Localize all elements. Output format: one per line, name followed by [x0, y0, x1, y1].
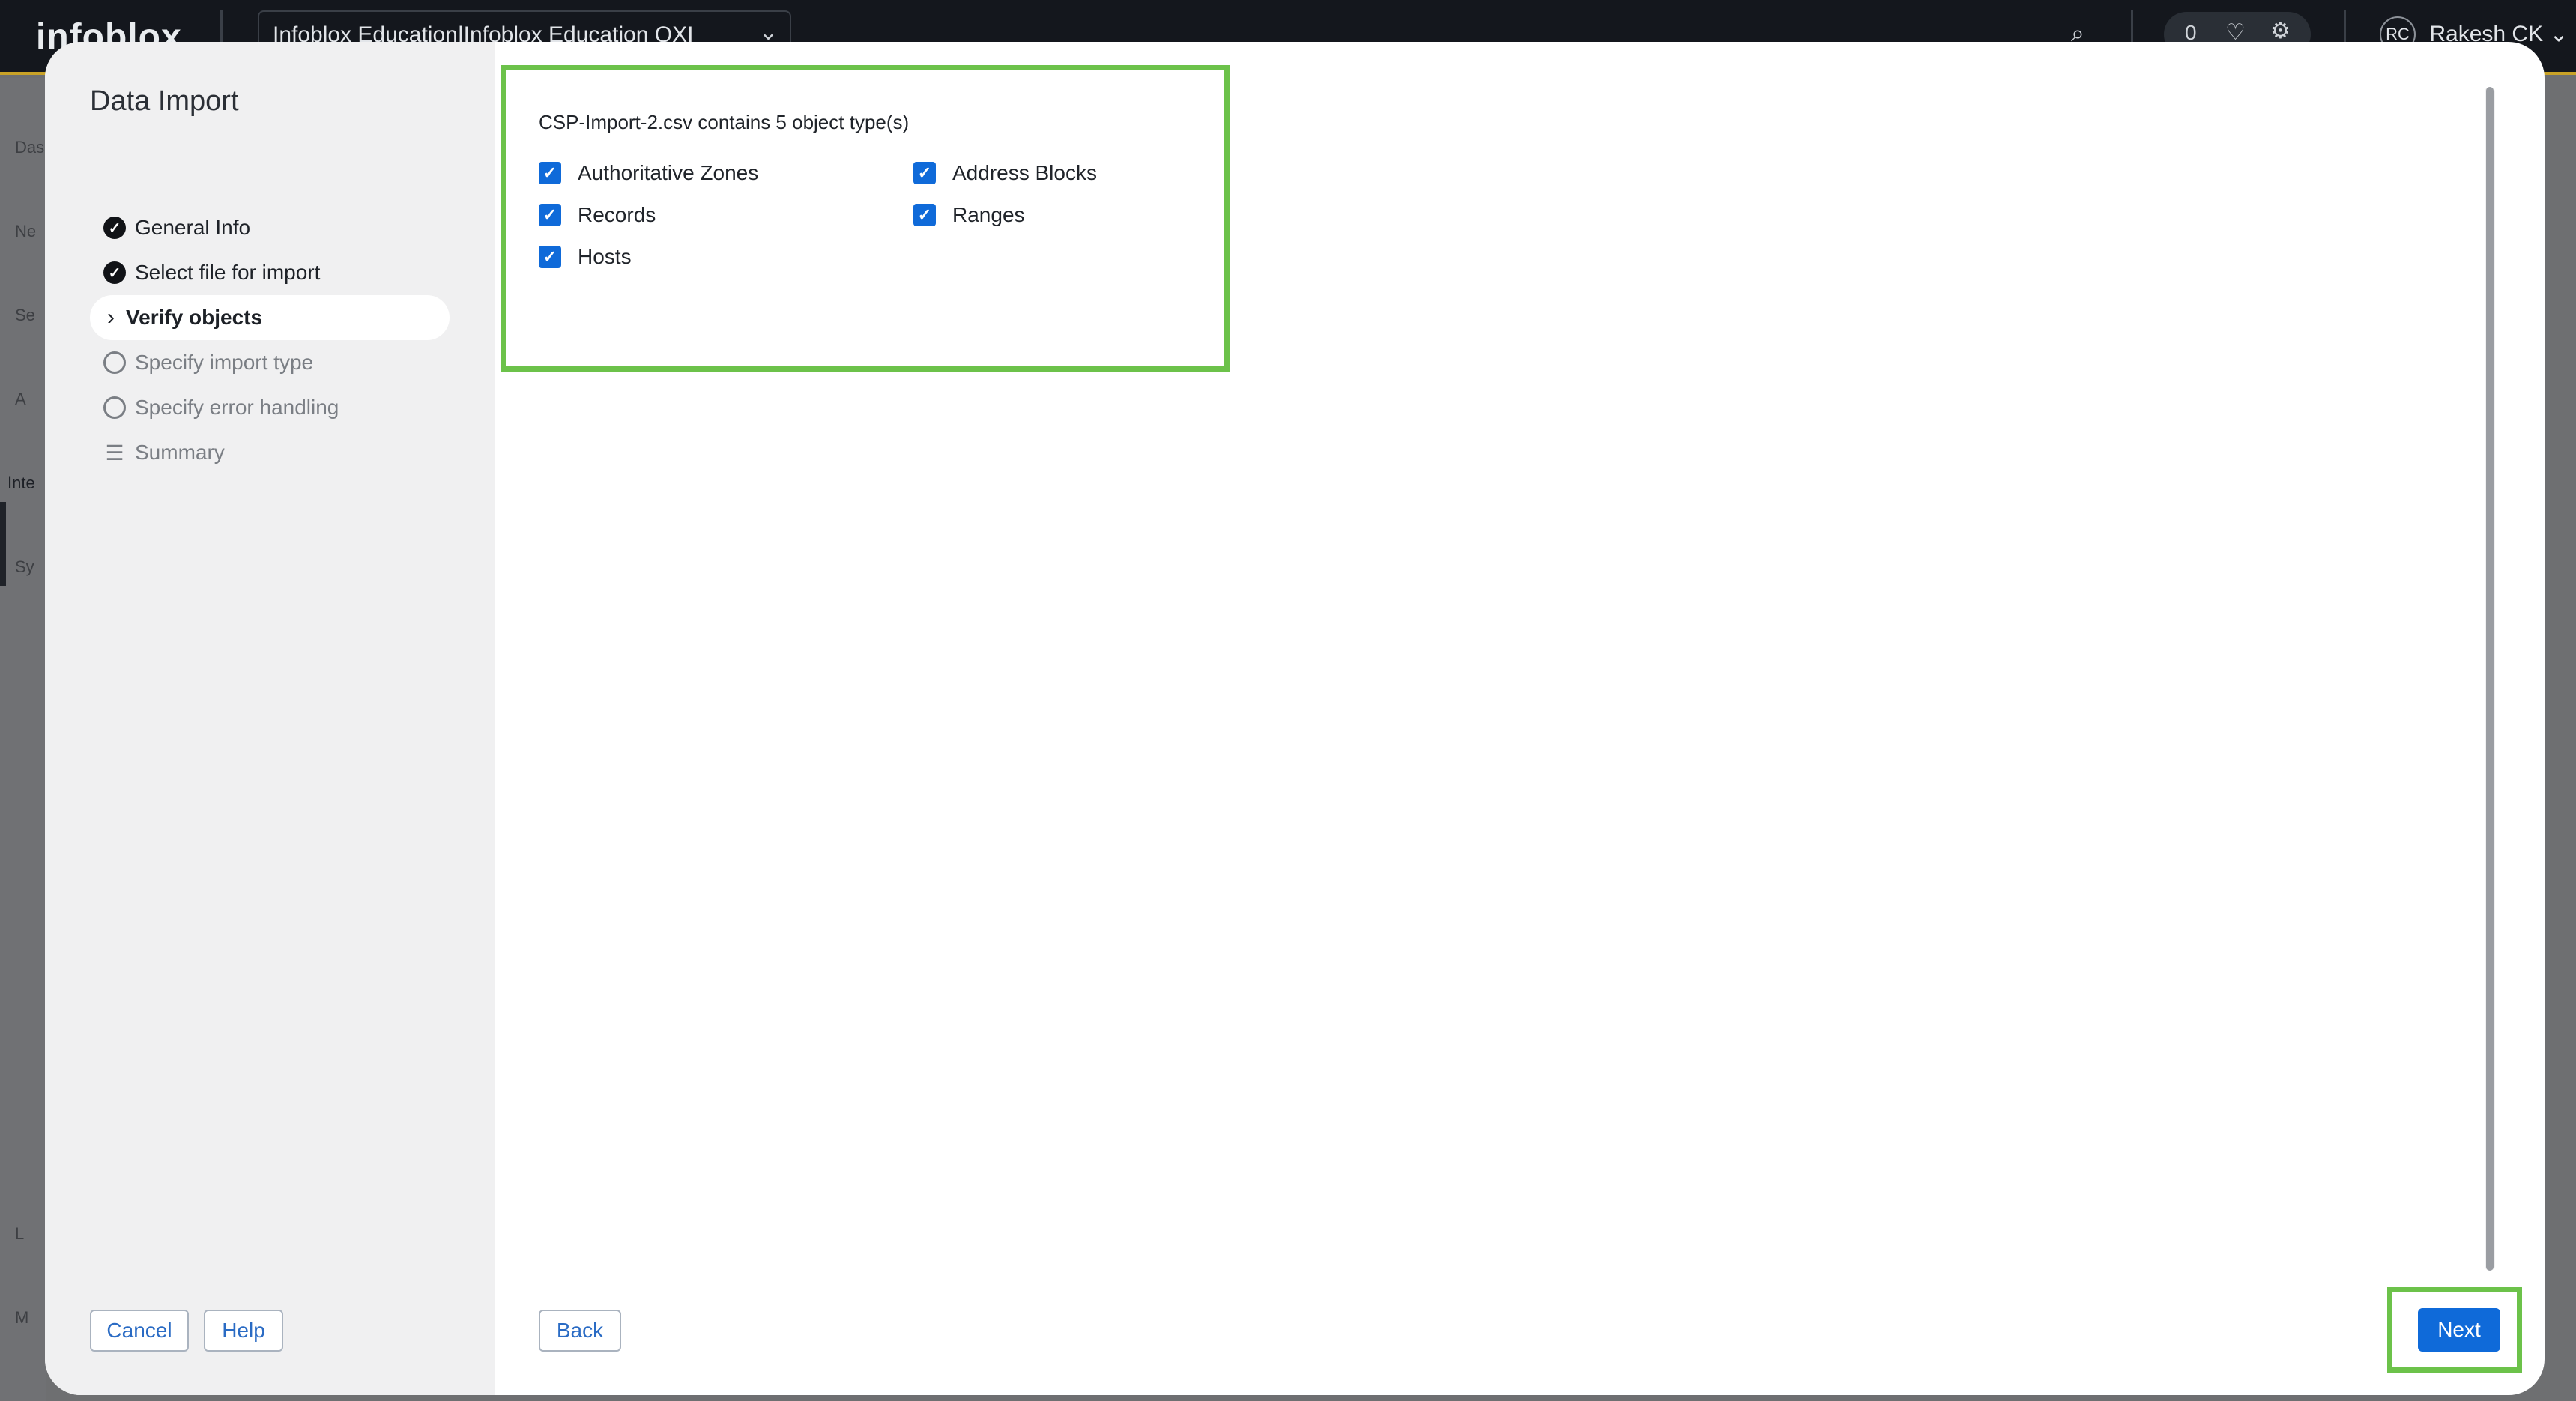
scrollbar-thumb[interactable] [2486, 87, 2494, 1271]
checkbox-checked-icon[interactable]: ✓ [539, 162, 561, 184]
sidebar-item: Se [15, 306, 35, 324]
checkbox-checked-icon[interactable]: ✓ [913, 204, 936, 226]
wizard-steps-pane: Data Import ✓ General Info ✓ Select file… [45, 42, 495, 1395]
app-sidebar: Das Ne Se A Inte Sy L M [0, 78, 46, 1401]
sidebar-item: Das [15, 138, 45, 157]
network-icon[interactable]: ⚙ [2270, 18, 2291, 44]
back-button[interactable]: Back [539, 1310, 621, 1352]
step-general-info[interactable]: ✓ General Info [90, 205, 450, 250]
step-error-handling: Specify error handling [90, 385, 450, 430]
sidebar-item: M [15, 1308, 29, 1327]
step-label: Summary [135, 441, 225, 464]
sidebar-item: A [15, 390, 26, 408]
chevron-right-icon: › [107, 305, 115, 330]
checkbox-label: Records [578, 203, 656, 226]
checkbox-checked-icon[interactable]: ✓ [913, 162, 936, 184]
checkbox-checked-icon[interactable]: ✓ [539, 204, 561, 226]
checkbox-authoritative-zones[interactable]: ✓ Authoritative Zones [539, 161, 758, 185]
sidebar-active-indicator [0, 502, 6, 586]
help-button[interactable]: Help [204, 1310, 283, 1352]
checkbox-hosts[interactable]: ✓ Hosts [539, 245, 632, 269]
modal-title: Data Import [90, 85, 239, 117]
step-label: Verify objects [126, 306, 263, 329]
check-circle-icon: ✓ [103, 261, 126, 284]
checkbox-label: Authoritative Zones [578, 161, 759, 184]
step-label: Select file for import [135, 261, 321, 284]
checkbox-label: Hosts [578, 245, 632, 268]
step-label: Specify error handling [135, 396, 339, 419]
sidebar-item: Ne [15, 222, 37, 240]
empty-circle-icon [103, 396, 126, 419]
sidebar-item: L [15, 1224, 25, 1243]
wizard-steps: ✓ General Info ✓ Select file for import … [90, 205, 450, 475]
sidebar-item: Inte [7, 473, 35, 492]
checkbox-records[interactable]: ✓ Records [539, 203, 656, 227]
step-select-file[interactable]: ✓ Select file for import [90, 250, 450, 295]
sidebar-item: Sy [15, 557, 34, 576]
cancel-button[interactable]: Cancel [90, 1310, 189, 1352]
data-import-modal: Data Import ✓ General Info ✓ Select file… [45, 42, 2545, 1395]
step-label: Specify import type [135, 351, 314, 374]
step-verify-objects[interactable]: › Verify objects [90, 295, 450, 340]
checkbox-ranges[interactable]: ✓ Ranges [913, 203, 1025, 227]
empty-circle-icon [103, 351, 126, 374]
list-icon: ☰ [105, 441, 124, 465]
check-circle-icon: ✓ [103, 217, 126, 239]
import-summary-text: CSP-Import-2.csv contains 5 object type(… [539, 111, 910, 133]
checkbox-label: Address Blocks [952, 161, 1097, 184]
step-summary: ☰ Summary [90, 430, 450, 475]
checkbox-address-blocks[interactable]: ✓ Address Blocks [913, 161, 1097, 185]
chevron-down-icon: ⌄ [2549, 22, 2569, 47]
step-label: General Info [135, 216, 251, 239]
next-button[interactable]: Next [2418, 1308, 2500, 1352]
step-import-type: Specify import type [90, 340, 450, 385]
checkbox-label: Ranges [952, 203, 1025, 226]
checkbox-checked-icon[interactable]: ✓ [539, 246, 561, 268]
